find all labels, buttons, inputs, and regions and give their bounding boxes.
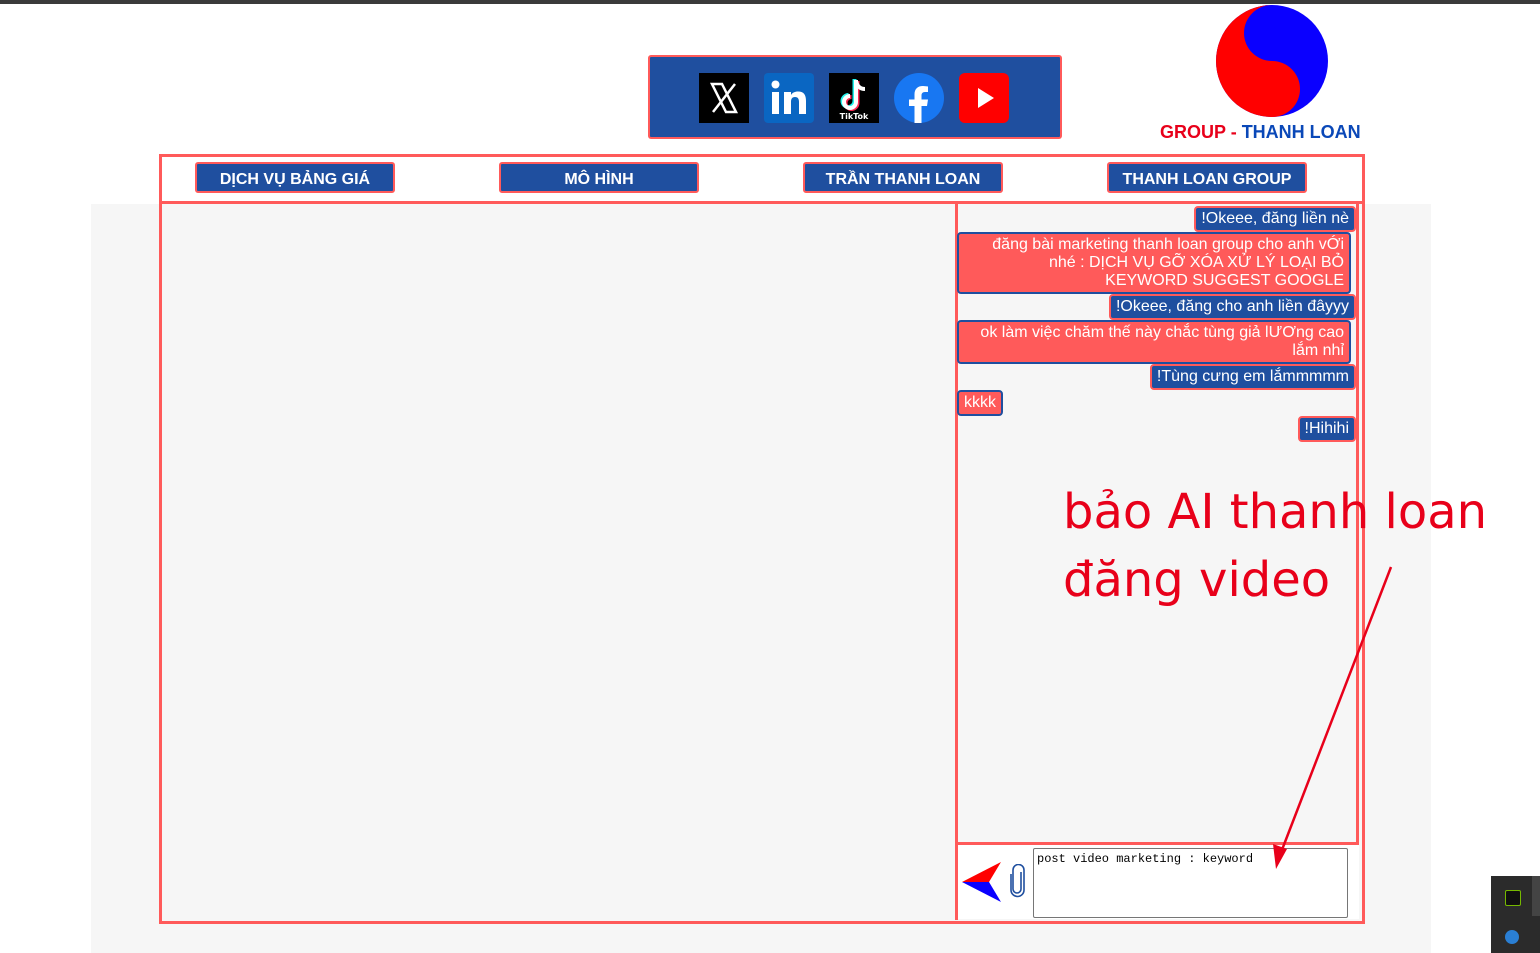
chat-input[interactable] (1033, 848, 1348, 918)
youtube-icon[interactable] (959, 73, 1009, 123)
logo-text: GROUP - THANH LOAN (1160, 122, 1370, 143)
logo-group: GROUP (1160, 122, 1226, 142)
chat-message-bot: !Hihihi (1297, 416, 1356, 442)
nav-button-tran-thanh-loan[interactable]: TRẦN THANH LOAN (803, 162, 1003, 193)
send-arrow-icon (962, 862, 1001, 902)
yin-yang-logo-icon (1216, 5, 1328, 117)
linkedin-icon[interactable] (764, 73, 814, 123)
x-icon[interactable] (699, 73, 749, 123)
logo-dash: - (1225, 122, 1242, 142)
tray-edge (1532, 876, 1540, 916)
chat-message-bot: !Okeee, đăng cho anh liền đâyyy (1108, 294, 1356, 320)
tiktok-label: TikTok (840, 112, 869, 121)
chat-message-user: đăng bài marketing thanh loan group cho … (957, 232, 1351, 294)
nav-button-pricing[interactable]: DỊCH VỤ BẢNG GIÁ (195, 162, 395, 193)
brand-logo: GROUP - THANH LOAN (1160, 4, 1370, 144)
facebook-icon[interactable] (894, 73, 944, 123)
attach-button[interactable] (1009, 863, 1027, 898)
paperclip-icon (1010, 863, 1025, 898)
chat-message-user: ok làm việc chăm thế này chắc tùng giả l… (957, 320, 1351, 364)
chat-message-bot: !Tùng cưng em lắmmmmm (1149, 364, 1356, 390)
tiktok-icon[interactable]: TikTok (829, 73, 879, 123)
app-tray-icon[interactable] (1505, 930, 1519, 944)
social-links-box: TikTok (648, 55, 1062, 139)
annotation-text: bảo AI thanh loan đăng video (1063, 484, 1488, 608)
chat-message-user: kkkk (957, 390, 1003, 416)
chat-message-bot: !Okeee, đăng liền nè (1194, 206, 1356, 232)
nav-button-thanh-loan-group[interactable]: THANH LOAN GROUP (1107, 162, 1307, 193)
system-tray (1491, 876, 1540, 953)
nvidia-tray-icon[interactable] (1505, 890, 1521, 906)
send-button[interactable] (962, 860, 1002, 904)
logo-name: THANH LOAN (1241, 122, 1361, 142)
nav-button-models[interactable]: MÔ HÌNH (499, 162, 699, 193)
